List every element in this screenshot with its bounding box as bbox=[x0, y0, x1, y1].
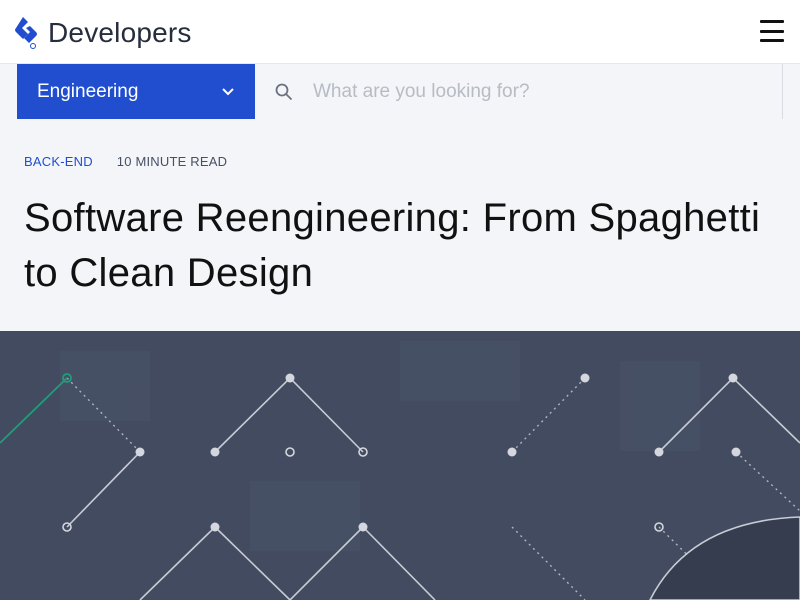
brand-name: Developers bbox=[48, 17, 192, 48]
search-input[interactable] bbox=[311, 79, 735, 104]
hero-image bbox=[0, 331, 800, 600]
article-header: BACK-END 10 MINUTE READ Software Reengin… bbox=[0, 119, 800, 331]
article-title: Software Reengineering: From Spaghetti t… bbox=[24, 196, 761, 295]
menu-bar bbox=[760, 29, 784, 33]
developers-logo[interactable]: Developers bbox=[14, 16, 192, 50]
top-header: Developers bbox=[0, 0, 800, 64]
hamburger-menu-icon[interactable] bbox=[760, 20, 784, 42]
search-bar: Engineering bbox=[0, 64, 800, 119]
search-icon bbox=[275, 83, 293, 100]
toptal-logo-icon bbox=[15, 17, 37, 49]
menu-bar bbox=[760, 39, 784, 42]
category-dropdown[interactable]: Engineering bbox=[17, 64, 255, 119]
chevron-down-icon bbox=[222, 87, 234, 95]
hero-illustration bbox=[0, 331, 800, 600]
read-time: 10 MINUTE READ bbox=[116, 154, 228, 169]
article-meta: BACK-END 10 MINUTE READ bbox=[24, 154, 227, 169]
category-dropdown-label: Engineering bbox=[37, 80, 139, 102]
article-category-link[interactable]: BACK-END bbox=[24, 154, 93, 169]
search-field bbox=[255, 64, 783, 119]
menu-bar bbox=[760, 20, 784, 23]
